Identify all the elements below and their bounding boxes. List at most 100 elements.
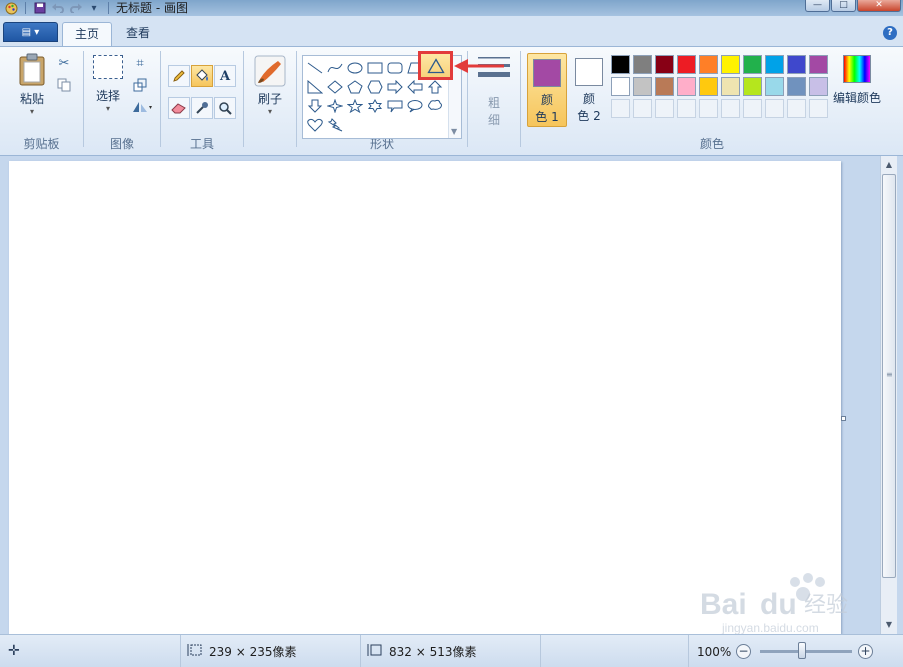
palette-swatch[interactable] [633,77,652,96]
qat-customize-dropdown[interactable]: ▾ [87,2,101,15]
cut-icon[interactable]: ✂ [54,53,74,73]
rectangle-shape-icon[interactable] [365,58,385,77]
color1-label-line1: 颜 [540,93,553,107]
undo-icon[interactable] [51,2,65,15]
five-point-star-shape-icon[interactable] [345,96,365,115]
color-picker-icon[interactable] [191,97,213,119]
palette-custom-swatch[interactable] [699,99,718,118]
selected-triangle-highlight[interactable] [418,51,453,80]
select-label: 选择 [95,89,120,103]
palette-custom-swatch[interactable] [809,99,828,118]
pencil-icon[interactable] [168,65,190,87]
palette-swatch[interactable] [809,77,828,96]
line-shape-icon[interactable] [305,58,325,77]
rounded-rectangle-shape-icon[interactable] [385,58,405,77]
redo-icon[interactable] [69,2,83,15]
maximize-button[interactable]: □ [831,0,856,12]
pentagon-shape-icon[interactable] [345,77,365,96]
curve-shape-icon[interactable] [325,58,345,77]
rect-callout-shape-icon[interactable] [385,96,405,115]
palette-swatch[interactable] [655,55,674,74]
scrollbar-thumb[interactable]: ≡ [882,174,896,578]
oval-callout-shape-icon[interactable] [405,96,425,115]
crop-icon[interactable]: ⌗ [130,53,150,73]
zoom-in-button[interactable]: + [858,644,873,659]
palette-custom-swatch[interactable] [611,99,630,118]
palette-swatch[interactable] [677,77,696,96]
brushes-button[interactable]: 刷子 ▾ [250,55,290,116]
palette-swatch[interactable] [677,55,696,74]
palette-custom-swatch[interactable] [677,99,696,118]
tab-view[interactable]: 查看 [114,22,162,47]
cloud-callout-shape-icon[interactable] [425,96,445,115]
palette-custom-swatch[interactable] [743,99,762,118]
minimize-button[interactable]: — [805,0,830,12]
fill-bucket-icon[interactable] [191,65,213,87]
palette-custom-swatch[interactable] [787,99,806,118]
color2-button[interactable]: 颜 色 2 [569,53,609,127]
palette-swatch[interactable] [765,77,784,96]
lightning-shape-icon[interactable] [325,115,345,134]
scroll-down-icon[interactable]: ▼ [882,618,896,632]
six-point-star-shape-icon[interactable] [365,96,385,115]
help-icon[interactable]: ? [883,26,897,40]
palette-swatch[interactable] [721,55,740,74]
resize-icon[interactable] [130,75,150,95]
drawing-canvas[interactable] [9,161,841,634]
palette-swatch[interactable] [787,77,806,96]
right-triangle-shape-icon[interactable] [305,77,325,96]
zoom-out-button[interactable]: − [736,644,751,659]
brushes-dropdown-icon[interactable]: ▾ [250,107,290,116]
palette-swatch[interactable] [699,55,718,74]
oval-shape-icon[interactable] [345,58,365,77]
select-dropdown-icon[interactable]: ▾ [88,104,128,113]
vertical-scrollbar[interactable]: ▲ ≡ ▼ [880,156,897,634]
close-button[interactable]: ✕ [857,0,901,12]
size-label-1: 粗 [487,96,500,110]
diamond-shape-icon[interactable] [325,77,345,96]
edit-colors-button[interactable]: 编辑颜色 [832,55,882,106]
heart-shape-icon[interactable] [305,115,325,134]
paste-button[interactable]: 粘贴 ▾ [10,53,54,116]
select-button[interactable]: 选择 ▾ [88,55,128,113]
palette-custom-swatch[interactable] [655,99,674,118]
palette-swatch[interactable] [699,77,718,96]
save-icon[interactable] [33,2,47,15]
copy-icon[interactable] [54,75,74,95]
zoom-slider[interactable] [760,650,852,653]
hexagon-shape-icon[interactable] [365,77,385,96]
palette-swatch[interactable] [611,77,630,96]
tab-home[interactable]: 主页 [62,22,113,47]
palette-swatch[interactable] [809,55,828,74]
palette-swatch[interactable] [655,77,674,96]
color2-label-line1: 颜 [582,92,595,106]
palette-swatch[interactable] [787,55,806,74]
palette-swatch[interactable] [721,77,740,96]
eraser-icon[interactable] [168,97,190,119]
palette-swatch[interactable] [611,55,630,74]
palette-swatch[interactable] [743,55,762,74]
text-tool-icon[interactable]: A [214,65,236,87]
gallery-more-icon[interactable]: ▼ [451,127,457,136]
edit-colors-label: 编辑颜色 [832,91,881,105]
color-palette [611,55,828,118]
rotate-icon[interactable] [128,97,156,117]
four-point-star-shape-icon[interactable] [325,96,345,115]
right-arrow-shape-icon[interactable] [385,77,405,96]
canvas-resize-handle[interactable] [841,416,846,421]
color1-button[interactable]: 颜 色 1 [527,53,567,127]
app-menu-button[interactable]: ▤ ▾ [3,22,58,42]
magnifier-icon[interactable] [214,97,236,119]
down-arrow-shape-icon[interactable] [305,96,325,115]
zoom-slider-thumb[interactable] [798,642,806,659]
palette-custom-swatch[interactable] [633,99,652,118]
palette-custom-swatch[interactable] [765,99,784,118]
scroll-up-icon[interactable]: ▲ [882,158,896,172]
palette-swatch[interactable] [743,77,762,96]
palette-custom-swatch[interactable] [721,99,740,118]
group-label-clipboard: 剪贴板 [23,137,60,151]
palette-swatch[interactable] [633,55,652,74]
paint-app-icon[interactable] [4,2,18,15]
palette-swatch[interactable] [765,55,784,74]
paste-dropdown-icon[interactable]: ▾ [10,107,54,116]
